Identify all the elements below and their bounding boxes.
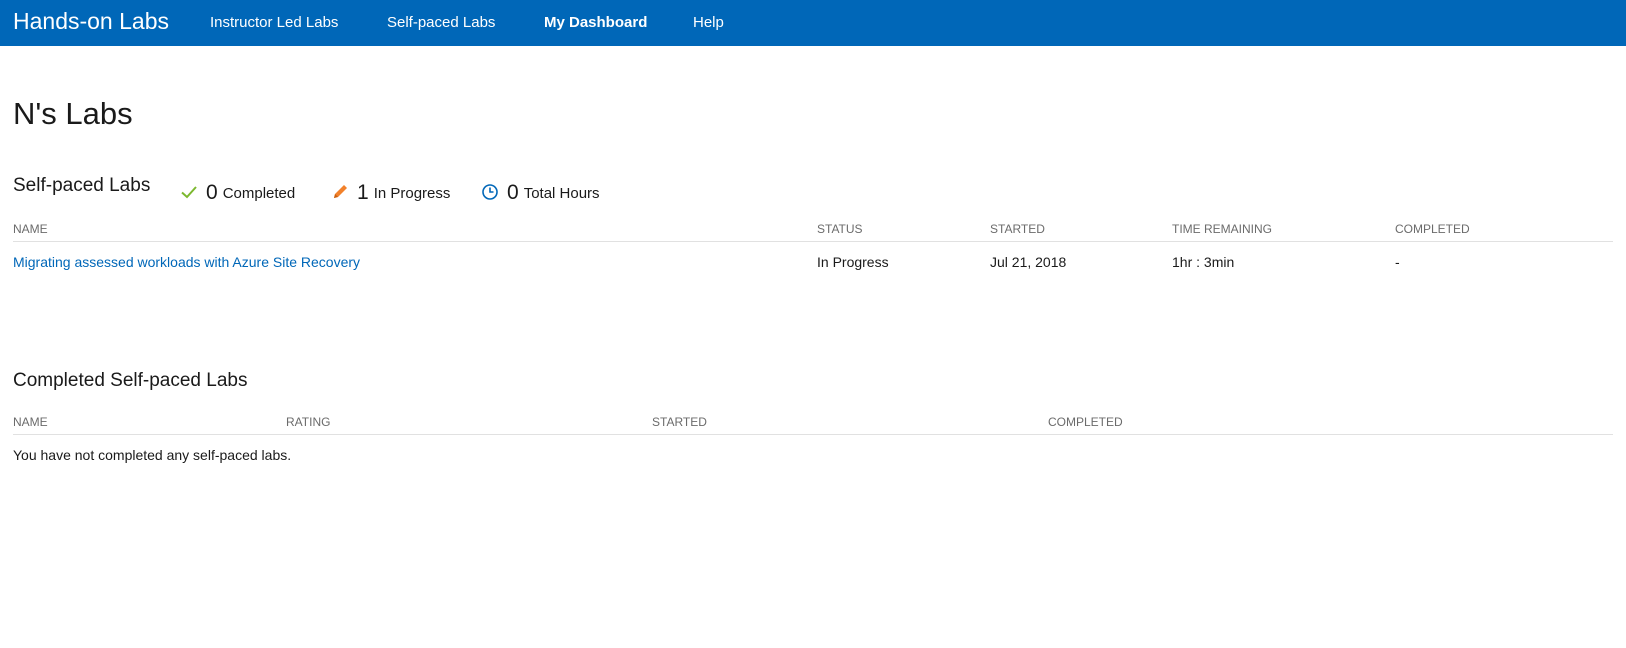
table-divider — [13, 241, 1613, 242]
completed-col-head-started: STARTED — [652, 415, 707, 429]
brand-link[interactable]: Hands-on Labs — [13, 7, 169, 35]
stat-completed-label: Completed — [222, 185, 296, 202]
col-head-name: NAME — [13, 222, 48, 236]
completed-table-divider — [13, 434, 1613, 435]
lab-time-remaining: 1hr : 3min — [1172, 254, 1235, 270]
top-nav-bar: Hands-on Labs Instructor Led Labs Self-p… — [0, 0, 1626, 46]
empty-message: You have not completed any self-paced la… — [13, 447, 292, 463]
stat-completed-value: 0 — [206, 181, 218, 204]
self-paced-section-title: Self-paced Labs — [13, 175, 151, 196]
stat-total-hours-label: Total Hours — [523, 185, 600, 202]
clock-icon — [482, 184, 498, 200]
stat-total-hours-value: 0 — [507, 181, 519, 204]
lab-completed: - — [1395, 254, 1400, 270]
nav-instructor-led-labs[interactable]: Instructor Led Labs — [210, 13, 338, 33]
stat-total-hours: 0 Total Hours — [481, 178, 600, 206]
col-head-completed: COMPLETED — [1395, 222, 1470, 236]
col-head-time-remaining: TIME REMAINING — [1172, 222, 1273, 236]
stat-in-progress-label: In Progress — [373, 185, 451, 202]
nav-my-dashboard[interactable]: My Dashboard — [544, 13, 647, 33]
page-title: N's Labs — [13, 96, 133, 131]
col-head-started: STARTED — [990, 222, 1045, 236]
nav-self-paced-labs[interactable]: Self-paced Labs — [387, 13, 495, 33]
stat-in-progress-value: 1 — [357, 181, 369, 204]
completed-col-head-rating: RATING — [286, 415, 331, 429]
check-icon — [181, 186, 197, 199]
pencil-icon — [334, 185, 347, 198]
nav-help[interactable]: Help — [693, 13, 724, 33]
completed-section-title: Completed Self-paced Labs — [13, 370, 248, 391]
stat-in-progress: 1 In Progress — [331, 178, 450, 206]
lab-started: Jul 21, 2018 — [990, 254, 1067, 270]
completed-col-head-completed: COMPLETED — [1048, 415, 1123, 429]
lab-status: In Progress — [817, 254, 889, 270]
lab-name-link[interactable]: Migrating assessed workloads with Azure … — [13, 253, 360, 271]
stat-completed: 0 Completed — [180, 178, 295, 206]
completed-col-head-name: NAME — [13, 415, 48, 429]
col-head-status: STATUS — [817, 222, 863, 236]
